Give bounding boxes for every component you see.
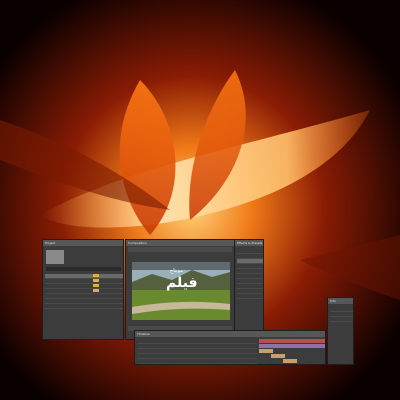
- info-panel-title: Info: [328, 298, 353, 304]
- effects-panel-title: Effects & Presets: [235, 240, 263, 246]
- folder-icon: [93, 274, 99, 277]
- composition-panel: Composition مونتاج فيلم: [125, 239, 235, 340]
- list-item[interactable]: [45, 304, 123, 309]
- list-item[interactable]: [330, 317, 353, 322]
- preview-title: فيلم: [166, 275, 198, 291]
- effects-panel: Effects & Presets: [234, 239, 264, 340]
- timeline-panel: Timeline: [134, 330, 326, 365]
- composition-toolbar: [128, 247, 232, 252]
- preview-subtitle: مونتاج: [170, 268, 183, 274]
- project-search-field[interactable]: [46, 267, 121, 271]
- timeline-layer-row[interactable]: [137, 359, 257, 364]
- project-panel: Project: [42, 239, 124, 340]
- timeline-panel-title: Timeline: [135, 331, 325, 337]
- composition-panel-title: Composition: [126, 240, 234, 246]
- folder-icon: [93, 289, 99, 292]
- folder-icon: [93, 279, 99, 282]
- timeline-tracks[interactable]: [259, 339, 326, 365]
- info-panel: Info: [327, 297, 354, 365]
- folder-icon: [93, 284, 99, 287]
- project-thumbnail: [46, 250, 64, 264]
- list-item[interactable]: [237, 294, 263, 299]
- composition-preview[interactable]: مونتاج فيلم: [132, 262, 230, 320]
- project-panel-title: Project: [43, 240, 123, 246]
